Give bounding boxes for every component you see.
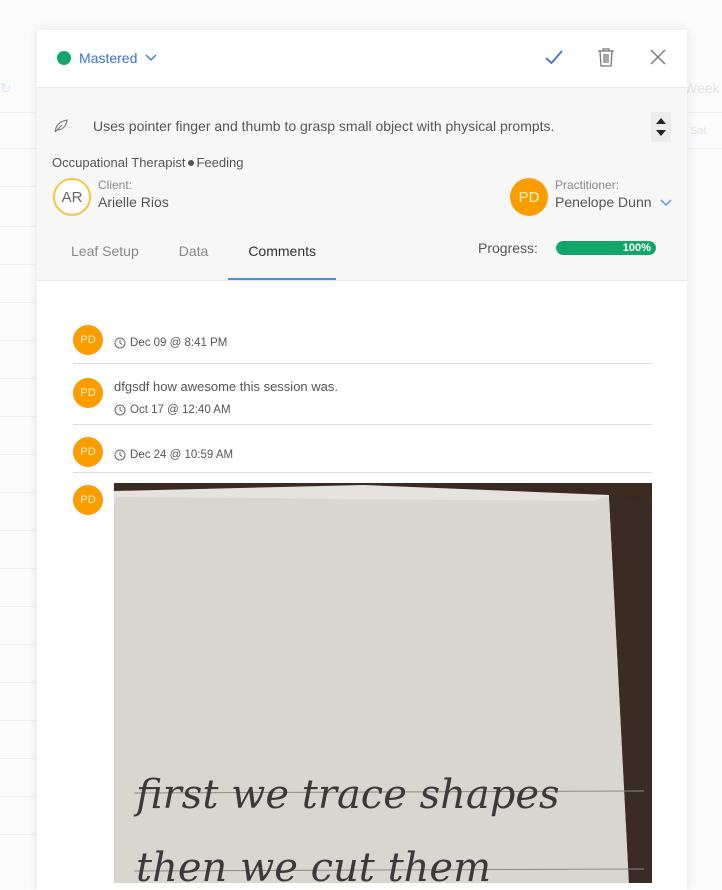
handwriting-line-2: then we cut them xyxy=(136,845,491,883)
avatar: PD xyxy=(73,485,103,515)
comment-item: PD Dec 24 @ 10:59 AM xyxy=(73,425,652,473)
timestamp-text: Dec 24 @ 10:59 AM xyxy=(130,449,234,461)
bg-divider xyxy=(0,758,36,759)
bg-divider xyxy=(0,454,36,455)
practitioner-selector[interactable]: PD Practitioner: Penelope Dunn xyxy=(510,178,672,216)
refresh-icon: ↻ xyxy=(0,80,12,96)
week-label: Week xyxy=(684,80,720,96)
avatar: PD xyxy=(73,437,103,467)
progress-label: Progress: xyxy=(478,240,538,256)
scroll-down-icon[interactable] xyxy=(656,130,666,136)
area-label: Feeding xyxy=(196,155,244,170)
tab-comments[interactable]: Comments xyxy=(228,234,336,280)
trash-icon xyxy=(598,48,614,67)
scroll-up-icon[interactable] xyxy=(656,118,666,124)
bg-divider xyxy=(0,682,36,683)
bg-divider xyxy=(0,606,36,607)
comment-item: PD first we trace shapes then we cut the… xyxy=(73,473,652,883)
bg-divider xyxy=(688,148,722,149)
bg-divider xyxy=(0,720,36,721)
close-icon xyxy=(650,49,666,65)
practitioner-avatar: PD xyxy=(510,178,548,216)
bg-divider xyxy=(0,148,36,149)
practitioner-name: Penelope Dunn xyxy=(555,194,652,210)
clock-icon xyxy=(114,404,126,416)
handwriting-photo: first we trace shapes then we cut them xyxy=(114,483,652,883)
progress-bar: 100% xyxy=(555,241,656,255)
status-dot-icon xyxy=(57,51,71,65)
bg-divider xyxy=(0,834,36,835)
comment-item: PD Dec 09 @ 8:41 PM xyxy=(73,325,652,364)
bg-divider xyxy=(0,492,36,493)
goal-scroll-stepper[interactable] xyxy=(651,112,671,142)
client-name: Arielle Rios xyxy=(98,194,169,210)
clock-icon xyxy=(114,449,126,461)
confirm-button[interactable] xyxy=(543,46,565,68)
client-info: AR Client: Arielle Rios xyxy=(53,178,169,216)
bg-divider xyxy=(0,796,36,797)
goal-category: Occupational Therapist Feeding xyxy=(52,155,243,170)
bg-divider xyxy=(0,530,36,531)
comment-timestamp: Dec 09 @ 8:41 PM xyxy=(114,337,227,349)
tab-data[interactable]: Data xyxy=(159,234,229,280)
comment-timestamp: Dec 24 @ 10:59 AM xyxy=(114,449,233,461)
bg-divider xyxy=(0,226,36,227)
progress-value: 100% xyxy=(622,242,651,254)
progress-indicator: Progress: 100% xyxy=(478,240,656,256)
check-icon xyxy=(545,50,563,65)
goal-row: Uses pointer finger and thumb to grasp s… xyxy=(51,112,673,146)
toolbar-actions xyxy=(513,46,669,68)
bg-divider xyxy=(0,378,36,379)
bg-divider xyxy=(0,416,36,417)
avatar: PD xyxy=(73,325,103,355)
chevron-down-icon xyxy=(145,54,157,61)
close-button[interactable] xyxy=(647,46,669,68)
bg-divider xyxy=(0,112,36,113)
bg-divider xyxy=(0,644,36,645)
handwriting-line-1: first we trace shapes xyxy=(133,772,560,818)
delete-button[interactable] xyxy=(595,46,617,68)
goal-header: Uses pointer finger and thumb to grasp s… xyxy=(37,88,687,281)
client-avatar: AR xyxy=(53,178,91,216)
status-label: Mastered xyxy=(79,50,138,66)
client-role-label: Client: xyxy=(98,178,133,192)
comments-list: PD Dec 09 @ 8:41 PM PD dfgsdf how awesom… xyxy=(37,280,687,883)
day-label: Sat xyxy=(690,125,707,137)
bg-divider xyxy=(0,340,36,341)
comment-attachment-image[interactable]: first we trace shapes then we cut them xyxy=(114,483,652,883)
goal-detail-panel: Mastered Uses pointer finger and thumb t… xyxy=(37,30,687,890)
bg-divider xyxy=(0,302,36,303)
timestamp-text: Dec 09 @ 8:41 PM xyxy=(130,337,228,349)
comment-timestamp: Oct 17 @ 12:40 AM xyxy=(114,404,231,416)
bg-divider xyxy=(0,568,36,569)
comment-text: dfgsdf how awesome this session was. xyxy=(114,379,338,394)
goal-description: Uses pointer finger and thumb to grasp s… xyxy=(93,118,555,134)
tab-leaf-setup[interactable]: Leaf Setup xyxy=(51,234,159,280)
discipline-label: Occupational Therapist xyxy=(52,155,186,170)
bg-divider xyxy=(688,112,722,113)
clock-icon xyxy=(114,337,126,349)
tab-bar: Leaf Setup Data Comments xyxy=(51,234,336,280)
bg-divider xyxy=(0,264,36,265)
panel-toolbar: Mastered xyxy=(37,30,687,88)
chevron-down-icon xyxy=(660,199,671,207)
status-dropdown[interactable]: Mastered xyxy=(57,50,157,66)
leaf-icon xyxy=(54,119,68,133)
separator-dot xyxy=(188,159,195,166)
timestamp-text: Oct 17 @ 12:40 AM xyxy=(130,404,231,416)
practitioner-role-label: Practitioner: xyxy=(555,178,620,192)
bg-divider xyxy=(0,186,36,187)
comment-item: PD dfgsdf how awesome this session was. … xyxy=(73,364,652,425)
avatar: PD xyxy=(73,378,103,408)
